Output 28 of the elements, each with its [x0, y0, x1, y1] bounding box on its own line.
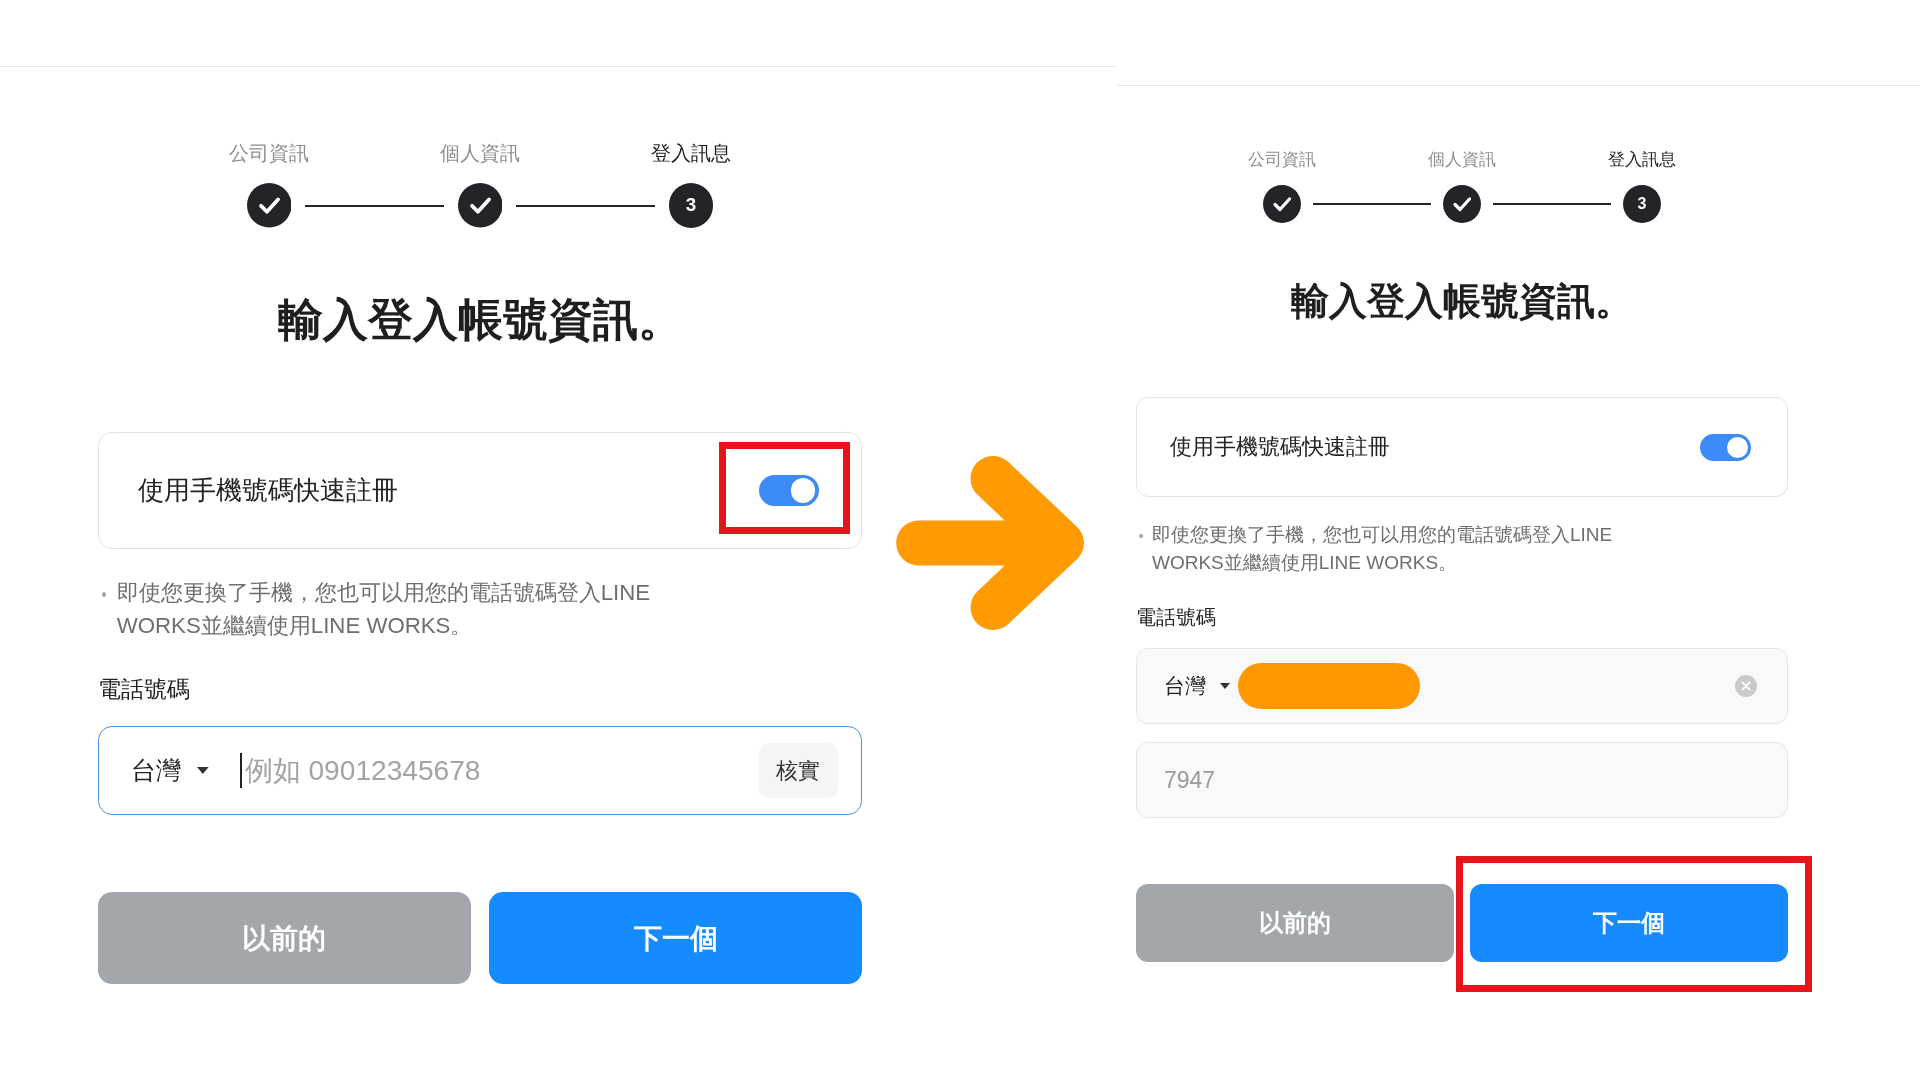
caret-icon	[197, 767, 209, 775]
step-number: 3	[668, 183, 714, 228]
step-label: 個人資訊	[1428, 149, 1496, 171]
bullet-icon	[1139, 534, 1143, 539]
step-label: 個人資訊	[440, 141, 520, 166]
step-label: 登入訊息	[650, 141, 731, 166]
page-heading: 輸入登入帳號資訊。	[1290, 279, 1634, 325]
step-label: 公司資訊	[229, 141, 310, 166]
quick-signup-label: 使用手機號碼快速註冊	[137, 475, 398, 507]
verify-button[interactable]: 核實	[759, 743, 838, 799]
phone-field[interactable]: 台灣 例如 09012345678 核實	[98, 726, 862, 816]
step-number: 3	[1623, 184, 1661, 223]
info-note: 即使您更換了手機，您也可以用您的電話號碼登入LINE WORKS並繼續使用LINE WORKS。	[1152, 523, 1614, 576]
step-label: 登入訊息	[1608, 149, 1676, 171]
country-select[interactable]: 台灣	[1164, 672, 1230, 701]
bullet-icon	[101, 592, 107, 598]
phone-field[interactable]: 台灣	[1136, 648, 1788, 725]
phone-label: 電話號碼	[98, 675, 190, 705]
caret-icon	[1220, 683, 1230, 690]
step-label: 公司資訊	[1248, 149, 1316, 171]
toggle-switch[interactable]	[1700, 433, 1751, 461]
phone-label: 電話號碼	[1136, 605, 1216, 631]
info-note: 即使您更換了手機，您也可以用您的電話號碼登入LINE WORKS並繼續使用LINE WORKS。	[116, 579, 652, 641]
page-heading: 輸入登入帳號資訊。	[276, 294, 684, 347]
toggle-switch[interactable]	[759, 474, 819, 507]
country-select[interactable]: 台灣	[130, 754, 209, 788]
text-cursor-icon	[240, 753, 243, 789]
quick-signup-label: 使用手機號碼快速註冊	[1170, 433, 1390, 462]
